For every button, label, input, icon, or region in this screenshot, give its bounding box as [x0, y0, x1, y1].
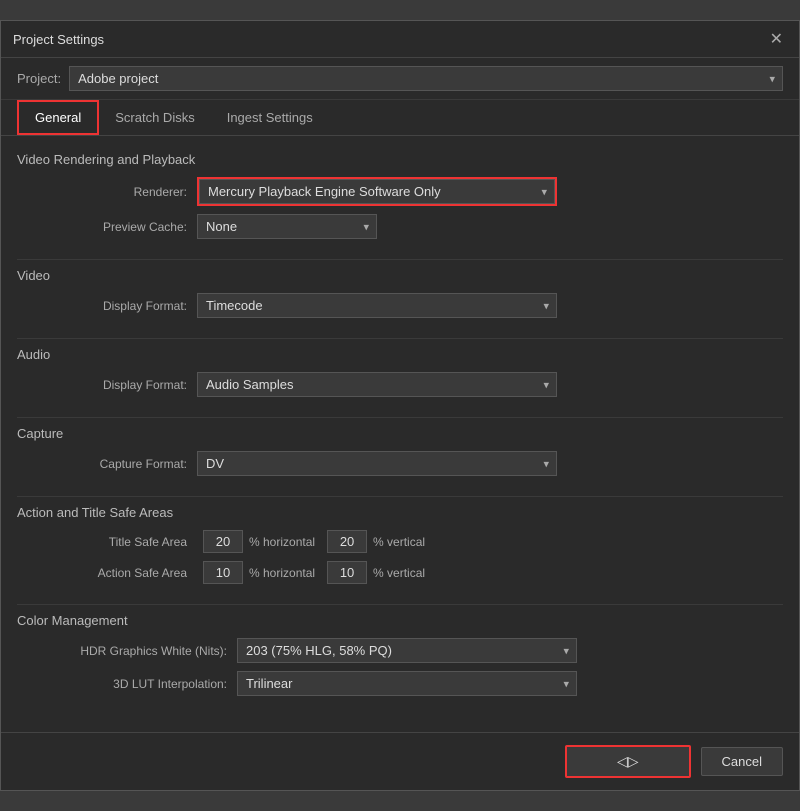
hdr-label: HDR Graphics White (Nits):	[57, 644, 237, 658]
close-button[interactable]: ✕	[766, 29, 787, 49]
capture-format-select[interactable]: DV	[197, 451, 557, 476]
content-area: Video Rendering and Playback Renderer: M…	[1, 136, 799, 732]
title-safe-v-unit: % vertical	[373, 535, 425, 549]
video-display-format-select[interactable]: Timecode	[197, 293, 557, 318]
title-safe-h-unit: % horizontal	[249, 535, 315, 549]
tab-general[interactable]: General	[17, 100, 99, 135]
project-select[interactable]: Adobe project	[69, 66, 783, 91]
color-management-section: Color Management HDR Graphics White (Nit…	[17, 613, 783, 696]
title-safe-label: Title Safe Area	[57, 535, 197, 549]
lut-select[interactable]: Trilinear	[237, 671, 577, 696]
project-label: Project:	[17, 71, 61, 86]
dialog-footer: ◁▷ Cancel	[1, 732, 799, 790]
video-rendering-title: Video Rendering and Playback	[17, 152, 783, 167]
ok-icon: ◁▷	[617, 753, 639, 769]
capture-title: Capture	[17, 426, 783, 441]
action-safe-label: Action Safe Area	[57, 566, 197, 580]
audio-section: Audio Display Format: Audio Samples	[17, 347, 783, 397]
title-bar: Project Settings ✕	[1, 21, 799, 58]
title-safe-row: Title Safe Area % horizontal % vertical	[57, 530, 783, 553]
action-safe-h-input[interactable]	[203, 561, 243, 584]
tabs-container: General Scratch Disks Ingest Settings	[1, 100, 799, 136]
capture-format-label: Capture Format:	[57, 457, 197, 471]
project-row: Project: Adobe project	[1, 58, 799, 100]
lut-row: 3D LUT Interpolation: Trilinear	[17, 671, 783, 696]
tab-scratch-disks[interactable]: Scratch Disks	[99, 100, 210, 135]
capture-format-row: Capture Format: DV	[17, 451, 783, 476]
renderer-row: Renderer: Mercury Playback Engine Softwa…	[17, 177, 783, 206]
lut-label: 3D LUT Interpolation:	[57, 677, 237, 691]
cancel-button[interactable]: Cancel	[701, 747, 783, 776]
action-safe-row: Action Safe Area % horizontal % vertical	[57, 561, 783, 584]
action-safe-v-unit: % vertical	[373, 566, 425, 580]
action-safe-v-input[interactable]	[327, 561, 367, 584]
project-settings-dialog: Project Settings ✕ Project: Adobe projec…	[0, 20, 800, 791]
preview-cache-row: Preview Cache: None	[17, 214, 783, 239]
hdr-select[interactable]: 203 (75% HLG, 58% PQ)	[237, 638, 577, 663]
action-safe-h-unit: % horizontal	[249, 566, 315, 580]
safe-areas-grid: Title Safe Area % horizontal % vertical …	[17, 530, 783, 584]
title-safe-v-input[interactable]	[327, 530, 367, 553]
safe-areas-title: Action and Title Safe Areas	[17, 505, 783, 520]
renderer-label: Renderer:	[57, 185, 197, 199]
video-title: Video	[17, 268, 783, 283]
preview-cache-label: Preview Cache:	[57, 220, 197, 234]
tab-ingest-settings[interactable]: Ingest Settings	[211, 100, 329, 135]
capture-section: Capture Capture Format: DV	[17, 426, 783, 476]
title-safe-h-input[interactable]	[203, 530, 243, 553]
ok-button[interactable]: ◁▷	[565, 745, 691, 778]
audio-display-format-select[interactable]: Audio Samples	[197, 372, 557, 397]
dialog-title: Project Settings	[13, 32, 104, 47]
color-management-title: Color Management	[17, 613, 783, 628]
audio-title: Audio	[17, 347, 783, 362]
video-display-format-label: Display Format:	[57, 299, 197, 313]
renderer-select[interactable]: Mercury Playback Engine Software Only	[199, 179, 555, 204]
video-section: Video Display Format: Timecode	[17, 268, 783, 318]
video-display-format-row: Display Format: Timecode	[17, 293, 783, 318]
audio-display-format-label: Display Format:	[57, 378, 197, 392]
video-rendering-section: Video Rendering and Playback Renderer: M…	[17, 152, 783, 239]
preview-cache-select[interactable]: None	[197, 214, 377, 239]
hdr-row: HDR Graphics White (Nits): 203 (75% HLG,…	[17, 638, 783, 663]
safe-areas-section: Action and Title Safe Areas Title Safe A…	[17, 505, 783, 584]
audio-display-format-row: Display Format: Audio Samples	[17, 372, 783, 397]
